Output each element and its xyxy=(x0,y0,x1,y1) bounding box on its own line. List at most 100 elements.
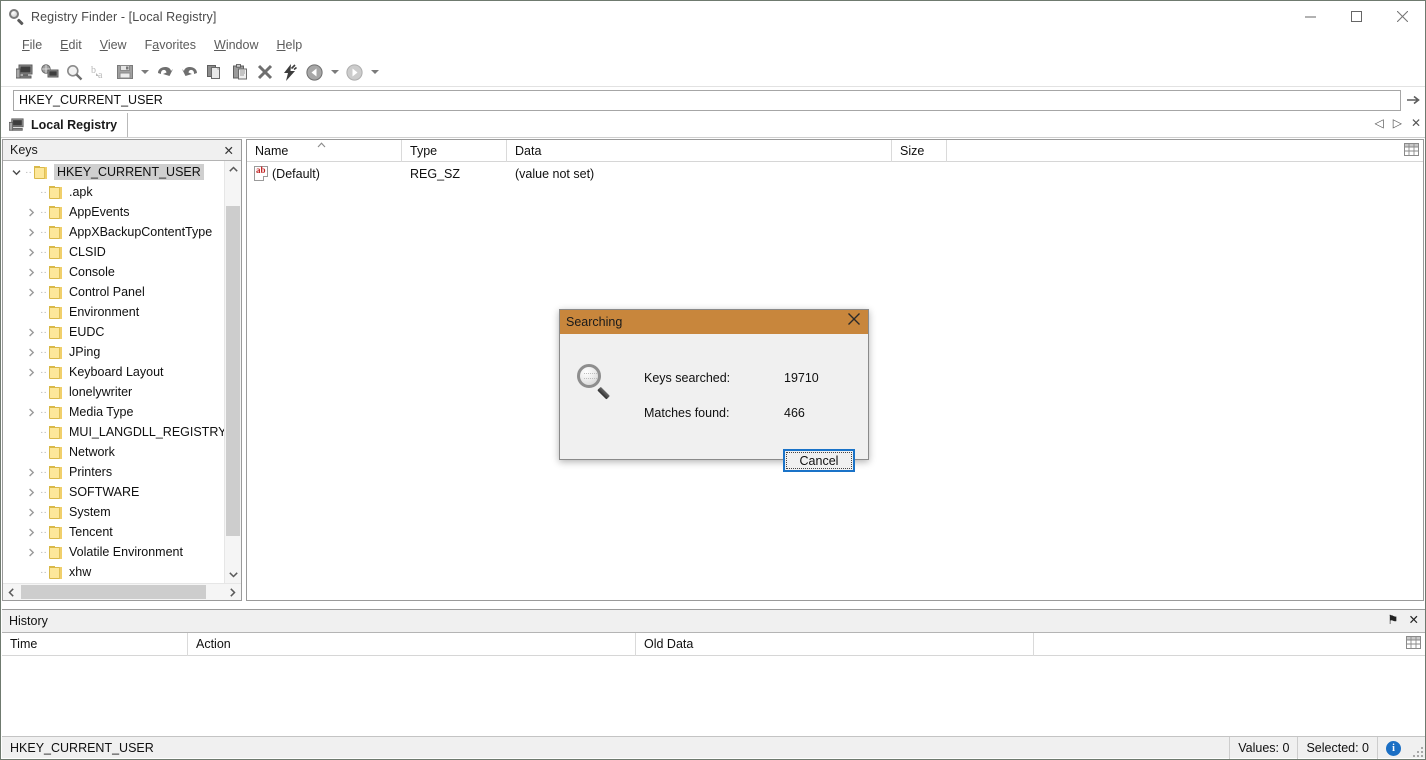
tree-item[interactable]: ··Control Panel xyxy=(3,282,224,302)
network-computer-icon[interactable] xyxy=(38,61,61,84)
list-column-header[interactable]: Name xyxy=(247,140,402,162)
tab-local-registry[interactable]: Local Registry xyxy=(1,113,128,137)
tree-item-label: EUDC xyxy=(69,324,104,340)
list-column-header[interactable]: Size xyxy=(892,140,947,162)
chevron-right-icon[interactable] xyxy=(24,248,39,257)
tree-item[interactable]: ··CLSID xyxy=(3,242,224,262)
chevron-down-icon[interactable] xyxy=(9,168,24,177)
folder-icon xyxy=(48,566,64,579)
chevron-right-icon[interactable] xyxy=(24,368,39,377)
menu-favorites[interactable]: Favorites xyxy=(136,35,205,55)
save-icon[interactable] xyxy=(113,61,136,84)
tree-item[interactable]: ··Printers xyxy=(3,462,224,482)
tree-item[interactable]: ··Volatile Environment xyxy=(3,542,224,562)
chevron-right-icon[interactable] xyxy=(24,288,39,297)
menu-file[interactable]: File xyxy=(13,35,51,55)
chevron-right-icon[interactable] xyxy=(24,228,39,237)
list-column-header[interactable]: Data xyxy=(507,140,892,162)
delete-icon[interactable] xyxy=(253,61,276,84)
chevron-right-icon[interactable] xyxy=(24,508,39,517)
forward-icon[interactable] xyxy=(343,61,366,84)
tree-item[interactable]: ··.apk xyxy=(3,182,224,202)
tree-item[interactable]: ··System xyxy=(3,502,224,522)
chevron-right-icon[interactable] xyxy=(24,488,39,497)
tree-item[interactable]: ··Environment xyxy=(3,302,224,322)
history-pane-close-button[interactable]: ✕ xyxy=(1409,612,1419,627)
chevron-right-icon[interactable] xyxy=(24,528,39,537)
menu-view[interactable]: View xyxy=(91,35,136,55)
tree-item[interactable]: ··Media Type xyxy=(3,402,224,422)
history-column-header[interactable]: Old Data xyxy=(636,633,1034,656)
keys-pane-close-button[interactable]: ✕ xyxy=(224,143,234,158)
tree-item[interactable]: ··JPing xyxy=(3,342,224,362)
tree-item[interactable]: ··AppXBackupContentType xyxy=(3,222,224,242)
tree-item[interactable]: ··Console xyxy=(3,262,224,282)
copy-icon[interactable] xyxy=(203,61,226,84)
history-columns: TimeActionOld Data xyxy=(2,633,1425,656)
keys-tree-vertical-scrollbar[interactable] xyxy=(224,161,241,583)
scroll-up-button[interactable] xyxy=(225,161,241,178)
info-icon[interactable]: i xyxy=(1377,737,1409,759)
menu-bar: File Edit View Favorites Window Help xyxy=(1,32,1425,58)
tree-item[interactable]: ··HKEY_CURRENT_USER xyxy=(3,162,224,182)
back-icon[interactable] xyxy=(303,61,326,84)
save-dropdown-caret-icon[interactable] xyxy=(138,61,151,84)
tab-prev-button[interactable]: ◁ xyxy=(1374,116,1383,130)
undo-icon[interactable] xyxy=(153,61,176,84)
scroll-thumb[interactable] xyxy=(226,206,240,536)
keys-tree[interactable]: ··HKEY_CURRENT_USER··.apk··AppEvents··Ap… xyxy=(3,161,224,583)
keys-tree-horizontal-scrollbar[interactable] xyxy=(3,583,241,600)
scroll-down-button[interactable] xyxy=(225,566,241,583)
chevron-right-icon[interactable] xyxy=(24,208,39,217)
tab-next-button[interactable]: ▷ xyxy=(1393,116,1402,130)
tree-item[interactable]: ··EUDC xyxy=(3,322,224,342)
table-row[interactable]: (Default)REG_SZ(value not set) xyxy=(247,162,1423,185)
chevron-right-icon[interactable] xyxy=(24,468,39,477)
history-column-header[interactable]: Action xyxy=(188,633,636,656)
search-icon[interactable] xyxy=(63,61,86,84)
chevron-right-icon[interactable] xyxy=(24,348,39,357)
registry-finder-window: Registry Finder - [Local Registry] File … xyxy=(0,0,1426,760)
tree-item[interactable]: ··Network xyxy=(3,442,224,462)
pin-icon[interactable]: ⚑ xyxy=(1387,612,1398,627)
redo-icon[interactable] xyxy=(178,61,201,84)
maximize-button[interactable] xyxy=(1333,1,1379,32)
tree-item[interactable]: ··xhw xyxy=(3,562,224,582)
history-column-header[interactable]: Time xyxy=(2,633,188,656)
chevron-right-icon[interactable] xyxy=(24,268,39,277)
lightning-icon[interactable] xyxy=(278,61,301,84)
menu-window[interactable]: Window xyxy=(205,35,267,55)
tree-item[interactable]: ··AppEvents xyxy=(3,202,224,222)
folder-icon xyxy=(48,506,64,519)
address-input[interactable] xyxy=(13,90,1401,111)
computer-icon[interactable] xyxy=(13,61,36,84)
cancel-button[interactable]: Cancel xyxy=(783,449,855,472)
forward-dropdown-caret-icon[interactable] xyxy=(368,61,381,84)
go-button[interactable] xyxy=(1403,89,1425,111)
chevron-right-icon[interactable] xyxy=(24,408,39,417)
minimize-button[interactable] xyxy=(1287,1,1333,32)
tree-item[interactable]: ··MUI_LANGDLL_REGISTRY_K xyxy=(3,422,224,442)
resize-grip[interactable] xyxy=(1409,737,1425,759)
tree-item[interactable]: ··Keyboard Layout xyxy=(3,362,224,382)
scroll-thumb[interactable] xyxy=(21,585,206,599)
tree-item[interactable]: ··lonelywriter xyxy=(3,382,224,402)
scroll-right-button[interactable] xyxy=(224,584,241,601)
menu-help[interactable]: Help xyxy=(268,35,312,55)
scroll-left-button[interactable] xyxy=(3,584,20,601)
searching-dialog-close-button[interactable] xyxy=(848,313,860,328)
column-chooser-icon[interactable] xyxy=(1404,143,1419,159)
values-list-rows[interactable]: (Default)REG_SZ(value not set) xyxy=(247,162,1423,185)
back-dropdown-caret-icon[interactable] xyxy=(328,61,341,84)
paste-icon[interactable] xyxy=(228,61,251,84)
tab-close-button[interactable]: ✕ xyxy=(1411,116,1421,130)
menu-edit[interactable]: Edit xyxy=(51,35,91,55)
tree-item[interactable]: ··Tencent xyxy=(3,522,224,542)
column-chooser-icon[interactable] xyxy=(1406,636,1421,652)
rename-icon[interactable]: b a xyxy=(88,61,111,84)
list-column-header[interactable]: Type xyxy=(402,140,507,162)
chevron-right-icon[interactable] xyxy=(24,548,39,557)
tree-item[interactable]: ··SOFTWARE xyxy=(3,482,224,502)
close-button[interactable] xyxy=(1379,1,1425,32)
chevron-right-icon[interactable] xyxy=(24,328,39,337)
